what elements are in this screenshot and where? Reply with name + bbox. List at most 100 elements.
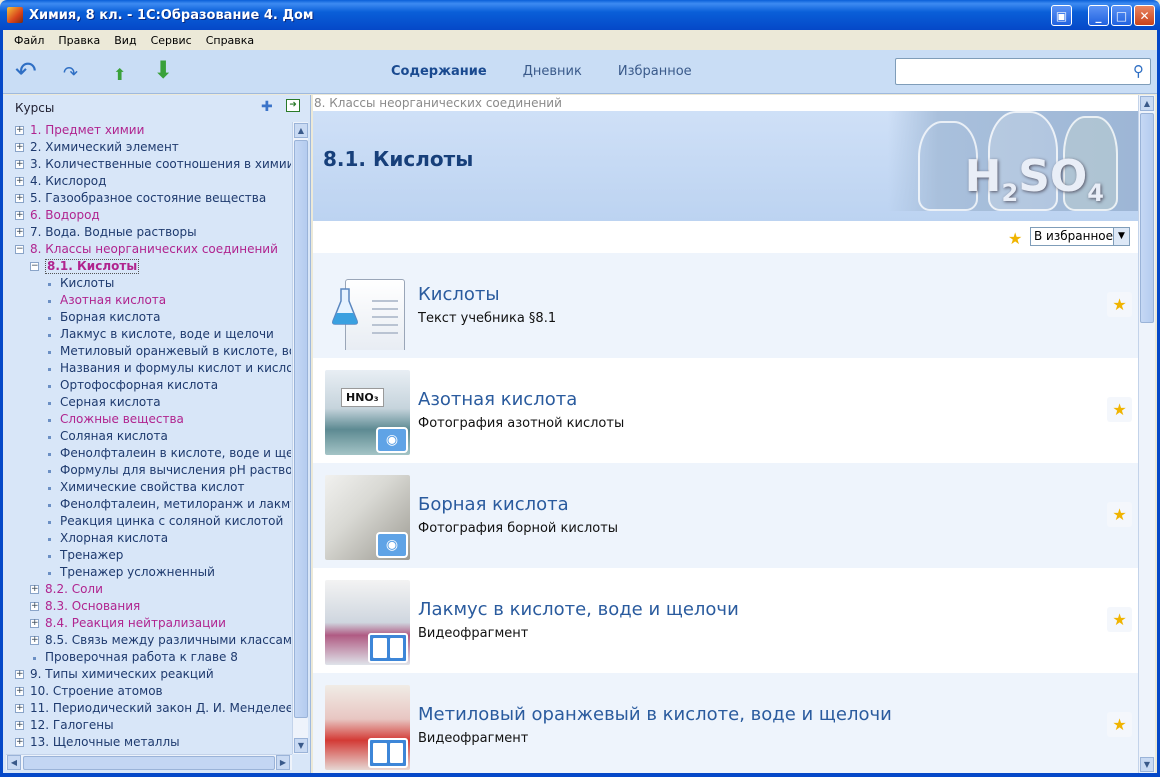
search-icon[interactable]: ⚲ bbox=[1133, 62, 1144, 80]
tree-item[interactable]: Кислоты bbox=[3, 275, 291, 292]
content-scroll-thumb[interactable] bbox=[1140, 113, 1154, 323]
scroll-thumb[interactable] bbox=[294, 140, 308, 718]
tree-item[interactable]: Ортофосфорная кислота bbox=[3, 377, 291, 394]
menu-help[interactable]: Справка bbox=[199, 34, 261, 47]
video-thumbnail[interactable] bbox=[325, 685, 410, 770]
tree-item[interactable]: +13. Щелочные металлы bbox=[3, 734, 291, 751]
tree-item[interactable]: Серная кислота bbox=[3, 394, 291, 411]
content-vertical-scrollbar[interactable]: ▲ ▼ bbox=[1138, 95, 1155, 773]
favorite-star-icon[interactable]: ★ bbox=[1107, 397, 1132, 422]
tree-item[interactable]: +8.4. Реакция нейтрализации bbox=[3, 615, 291, 632]
tree-item[interactable]: Хлорная кислота bbox=[3, 530, 291, 547]
resource-title[interactable]: Лакмус в кислоте, воде и щелочи bbox=[418, 599, 739, 620]
menu-edit[interactable]: Правка bbox=[51, 34, 107, 47]
expand-icon[interactable]: + bbox=[15, 126, 24, 135]
tree-item[interactable]: Фенолфталеин в кислоте, воде и щело bbox=[3, 445, 291, 462]
down-arrow-icon[interactable]: ⬇ bbox=[153, 58, 173, 82]
expand-icon[interactable]: + bbox=[15, 670, 24, 679]
minimize-button[interactable]: _ bbox=[1088, 5, 1109, 26]
favorite-star-icon[interactable]: ★ bbox=[1107, 292, 1132, 317]
tree-item[interactable]: Формулы для вычисления pH растворо bbox=[3, 462, 291, 479]
tree-item[interactable]: Тренажер усложненный bbox=[3, 564, 291, 581]
title-bar[interactable]: Химия, 8 кл. - 1С:Образование 4. Дом ▣ _… bbox=[0, 0, 1160, 30]
maximize-button[interactable]: □ bbox=[1111, 5, 1132, 26]
textbook-icon[interactable] bbox=[325, 265, 410, 350]
tree-item[interactable]: +9. Типы химических реакций bbox=[3, 666, 291, 683]
expand-icon[interactable]: + bbox=[30, 585, 39, 594]
resource-title[interactable]: Кислоты bbox=[418, 284, 500, 305]
tree-item[interactable]: Лакмус в кислоте, воде и щелочи bbox=[3, 326, 291, 343]
tree-item[interactable]: +7. Вода. Водные растворы bbox=[3, 224, 291, 241]
resource-title[interactable]: Азотная кислота bbox=[418, 389, 577, 410]
breadcrumb[interactable]: 8. Классы неорганических соединений bbox=[314, 96, 562, 110]
tree-item[interactable]: +1. Предмет химии bbox=[3, 122, 291, 139]
resource-item[interactable]: Метиловый оранжевый в кислоте, воде и ще… bbox=[313, 673, 1138, 773]
photo-thumbnail[interactable]: ◉ bbox=[325, 475, 410, 560]
tree-item[interactable]: Проверочная работа к главе 8 bbox=[3, 649, 291, 666]
favorite-star-icon[interactable]: ★ bbox=[1107, 712, 1132, 737]
tree-item[interactable]: Соляная кислота bbox=[3, 428, 291, 445]
expand-icon[interactable]: + bbox=[15, 228, 24, 237]
tree-item[interactable]: +2. Химический элемент bbox=[3, 139, 291, 156]
expand-icon[interactable]: + bbox=[15, 687, 24, 696]
close-button[interactable]: ✕ bbox=[1134, 5, 1155, 26]
scroll-left-icon[interactable]: ◀ bbox=[7, 755, 21, 770]
tree-item[interactable]: Реакция цинка с соляной кислотой bbox=[3, 513, 291, 530]
collapse-icon[interactable]: − bbox=[30, 262, 39, 271]
expand-icon[interactable]: + bbox=[15, 177, 24, 186]
add-to-favorites-select[interactable]: В избранное ▼ bbox=[1030, 227, 1130, 246]
tree-item[interactable]: +8.2. Соли bbox=[3, 581, 291, 598]
help-icon[interactable]: ▣ bbox=[1051, 5, 1072, 26]
favorite-star-icon[interactable]: ★ bbox=[1107, 502, 1132, 527]
tree-item[interactable]: Азотная кислота bbox=[3, 292, 291, 309]
expand-icon[interactable]: + bbox=[15, 194, 24, 203]
expand-icon[interactable]: + bbox=[30, 636, 39, 645]
tree-item[interactable]: Сложные вещества bbox=[3, 411, 291, 428]
tab-favorites[interactable]: Избранное bbox=[618, 64, 692, 79]
tab-diary[interactable]: Дневник bbox=[523, 64, 582, 79]
tree-item[interactable]: +4. Кислород bbox=[3, 173, 291, 190]
up-arrow-icon[interactable]: ⬆ bbox=[113, 63, 126, 87]
expand-icon[interactable]: + bbox=[15, 211, 24, 220]
forward-arrow-icon[interactable]: ↷ bbox=[63, 62, 78, 86]
expand-icon[interactable]: + bbox=[30, 619, 39, 628]
tree-item[interactable]: +6. Водород bbox=[3, 207, 291, 224]
scroll-down-icon[interactable]: ▼ bbox=[294, 738, 308, 753]
menu-view[interactable]: Вид bbox=[107, 34, 143, 47]
tree-horizontal-scrollbar[interactable]: ◀ ▶ bbox=[6, 754, 292, 770]
tab-contents[interactable]: Содержание bbox=[391, 64, 487, 79]
scroll-right-icon[interactable]: ▶ bbox=[276, 755, 290, 770]
tree-vertical-scrollbar[interactable]: ▲ ▼ bbox=[292, 122, 308, 754]
resource-title[interactable]: Метиловый оранжевый в кислоте, воде и ще… bbox=[418, 704, 892, 725]
collapse-icon[interactable]: − bbox=[15, 245, 24, 254]
scroll-up-icon[interactable]: ▲ bbox=[294, 123, 308, 138]
tree-item[interactable]: Фенолфталеин, метилоранж и лакмус і bbox=[3, 496, 291, 513]
resource-item[interactable]: Лакмус в кислоте, воде и щелочи Видеофраг… bbox=[313, 568, 1138, 673]
expand-icon[interactable]: + bbox=[15, 738, 24, 747]
export-icon[interactable]: ➜ bbox=[286, 99, 300, 112]
video-thumbnail[interactable] bbox=[325, 580, 410, 665]
resource-item[interactable]: HNO₃ ◉ Азотная кислота Фотография азотной к… bbox=[313, 358, 1138, 463]
tree-item[interactable]: −8. Классы неорганических соединений bbox=[3, 241, 291, 258]
favorite-star-icon[interactable]: ★ bbox=[1107, 607, 1132, 632]
expand-icon[interactable]: + bbox=[15, 143, 24, 152]
tree-item[interactable]: −8.1. Кислоты bbox=[3, 258, 291, 275]
content-scroll-down-icon[interactable]: ▼ bbox=[1140, 757, 1154, 772]
tree-item[interactable]: +8.5. Связь между различными классами н bbox=[3, 632, 291, 649]
tree-item[interactable]: Метиловый оранжевый в кислоте, вод bbox=[3, 343, 291, 360]
tree-item[interactable]: +3. Количественные соотношения в химии bbox=[3, 156, 291, 173]
tree-item[interactable]: +11. Периодический закон Д. И. Менделеев bbox=[3, 700, 291, 717]
expand-icon[interactable]: + bbox=[30, 602, 39, 611]
tree-item[interactable]: +12. Галогены bbox=[3, 717, 291, 734]
menu-file[interactable]: Файл bbox=[7, 34, 51, 47]
tree-item[interactable]: +8.3. Основания bbox=[3, 598, 291, 615]
chevron-down-icon[interactable]: ▼ bbox=[1113, 228, 1129, 245]
search-input[interactable]: ⚲ bbox=[895, 58, 1151, 85]
resource-item[interactable]: ◉ Борная кислота Фотография борной кислоты… bbox=[313, 463, 1138, 568]
tree-item[interactable]: +5. Газообразное состояние вещества bbox=[3, 190, 291, 207]
tree-item[interactable]: +10. Строение атомов bbox=[3, 683, 291, 700]
content-scroll-up-icon[interactable]: ▲ bbox=[1140, 96, 1154, 111]
expand-icon[interactable]: + bbox=[15, 160, 24, 169]
tree-item[interactable]: Названия и формулы кислот и кислотн bbox=[3, 360, 291, 377]
resource-title[interactable]: Борная кислота bbox=[418, 494, 569, 515]
